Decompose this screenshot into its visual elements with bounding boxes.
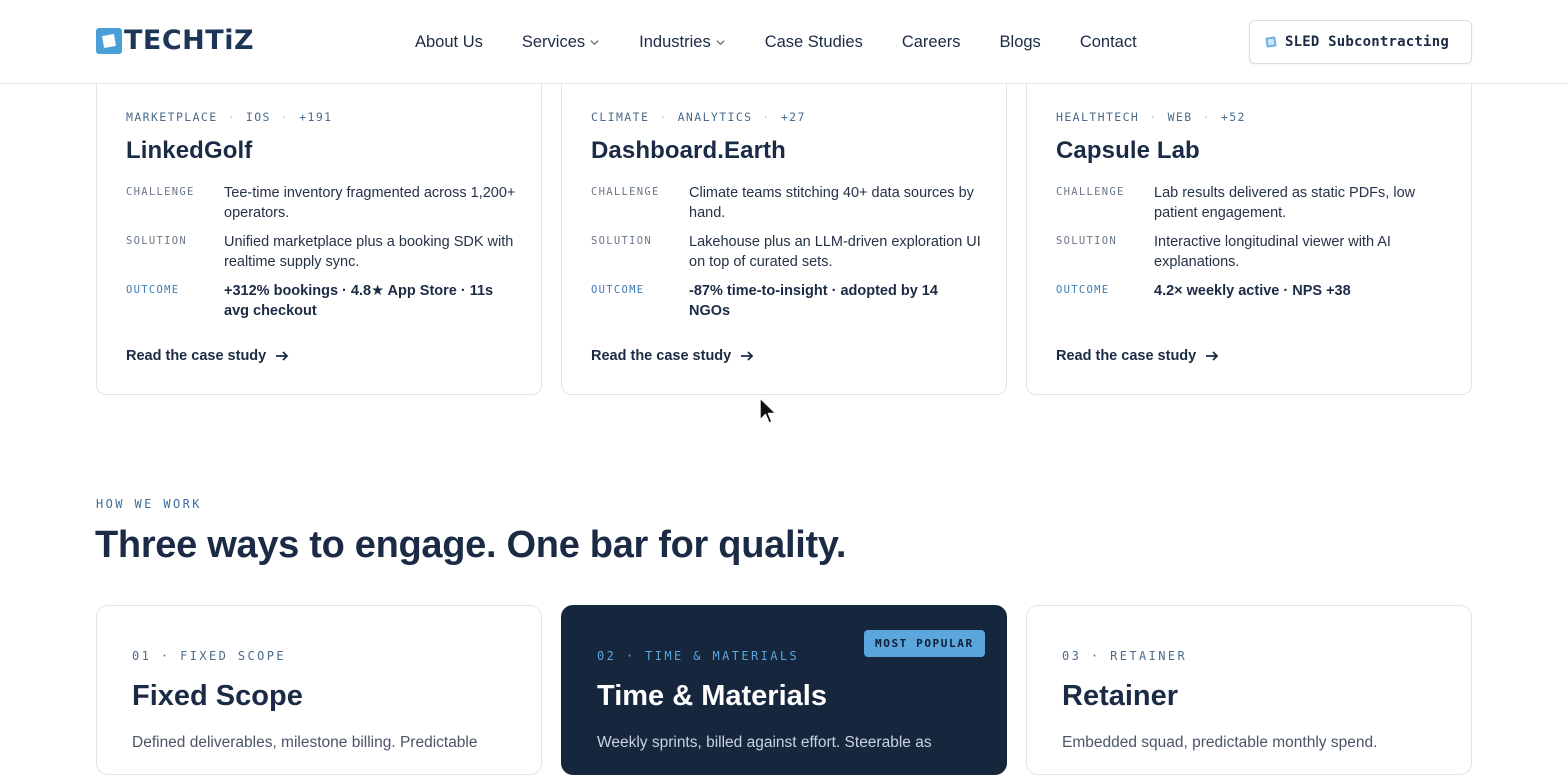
link-label: Read the case study — [1056, 348, 1197, 364]
main-nav: About Us Services Industries Case Studie… — [415, 31, 1137, 53]
tag: MARKETPLACE — [126, 110, 218, 124]
nav-contact[interactable]: Contact — [1080, 31, 1137, 53]
case-study-card: CLIMATE · ANALYTICS · +27 Dashboard.Earth CH… — [561, 40, 1007, 395]
plan-description: Defined deliverables, milestone billing.… — [132, 734, 478, 751]
outcome-row: OUTCOME 4.2× weekly active · NPS +38 — [1056, 281, 1448, 301]
case-tags: CLIMATE · ANALYTICS · +27 — [591, 110, 806, 124]
case-details: CHALLENGE Climate teams stitching 40+ da… — [591, 183, 983, 330]
plan-card-time-materials[interactable]: MOST POPULAR 02 · TIME & MATERIALS Time … — [561, 605, 1007, 775]
solution-row: SOLUTION Unified marketplace plus a book… — [126, 232, 518, 272]
tag: +27 — [780, 110, 806, 124]
plan-description: Embedded squad, predictable monthly spen… — [1062, 734, 1378, 751]
nav-label: About Us — [415, 32, 483, 51]
nav-label: Careers — [901, 32, 961, 51]
tag: HEALTHTECH — [1056, 110, 1140, 124]
row-key: CHALLENGE — [1056, 186, 1125, 198]
plan-eyebrow: 02 · TIME & MATERIALS — [597, 649, 800, 663]
row-key: SOLUTION — [1056, 235, 1117, 247]
case-details: CHALLENGE Tee-time inventory fragmented … — [126, 183, 518, 330]
challenge-row: CHALLENGE Tee-time inventory fragmented … — [126, 183, 518, 223]
tag: CLIMATE — [591, 110, 650, 124]
nav-label: Contact — [1079, 32, 1137, 51]
case-tags: HEALTHTECH · WEB · +52 — [1056, 110, 1246, 124]
row-value: Interactive longitudinal viewer with AI … — [1154, 234, 1391, 270]
case-title: Capsule Lab — [1056, 137, 1200, 164]
nav-case-studies[interactable]: Case Studies — [765, 31, 863, 53]
nav-label: Blogs — [999, 32, 1041, 51]
row-key: CHALLENGE — [591, 186, 660, 198]
plan-card-fixed-scope[interactable]: 01 · FIXED SCOPE Fixed Scope Defined del… — [96, 605, 542, 775]
logo[interactable]: TECHTiZ — [96, 27, 254, 55]
row-key: CHALLENGE — [126, 186, 195, 198]
tag: ANALYTICS — [677, 110, 753, 124]
tag: +52 — [1220, 110, 1246, 124]
plan-eyebrow: 03 · RETAINER — [1062, 649, 1188, 663]
row-value: Climate teams stitching 40+ data sources… — [689, 185, 974, 221]
solution-row: SOLUTION Interactive longitudinal viewer… — [1056, 232, 1448, 272]
case-title: Dashboard.Earth — [591, 137, 786, 164]
plan-card-retainer[interactable]: 03 · RETAINER Retainer Embedded squad, p… — [1026, 605, 1472, 775]
mouse-cursor-icon — [759, 397, 777, 424]
row-key: OUTCOME — [591, 284, 645, 296]
row-key: OUTCOME — [126, 284, 180, 296]
nav-about-us[interactable]: About Us — [415, 31, 483, 53]
solution-row: SOLUTION Lakehouse plus an LLM-driven ex… — [591, 232, 983, 272]
row-key: SOLUTION — [591, 235, 652, 247]
site-header: TECHTiZ About Us Services Industries Cas… — [0, 0, 1568, 84]
case-study-card: MARKETPLACE · IOS · +191 LinkedGolf CHALLENG… — [96, 40, 542, 395]
nav-label: Services — [521, 32, 586, 51]
logo-icon — [96, 28, 122, 54]
logo-text: TECHTiZ — [124, 25, 255, 56]
link-label: Read the case study — [591, 348, 732, 364]
plan-title: Fixed Scope — [132, 680, 303, 712]
case-details: CHALLENGE Lab results delivered as stati… — [1056, 183, 1448, 310]
nav-services[interactable]: Services — [522, 31, 600, 53]
nav-label: Case Studies — [764, 32, 863, 51]
link-label: Read the case study — [126, 348, 267, 364]
outcome-row: OUTCOME +312% bookings · 4.8★ App Store … — [126, 281, 518, 321]
case-tags: MARKETPLACE · IOS · +191 — [126, 110, 333, 124]
row-key: OUTCOME — [1056, 284, 1110, 296]
plan-eyebrow: 01 · FIXED SCOPE — [132, 649, 286, 663]
case-title: LinkedGolf — [126, 137, 253, 164]
row-value: 4.2× weekly active · NPS +38 — [1154, 283, 1351, 299]
cta-label: SLED Subcontracting — [1285, 34, 1449, 50]
read-case-study-link[interactable]: Read the case study — [591, 348, 754, 364]
nav-blogs[interactable]: Blogs — [1000, 31, 1041, 53]
tag: WEB — [1167, 110, 1193, 124]
sled-subcontracting-button[interactable]: SLED Subcontracting — [1249, 20, 1472, 64]
chevron-down-icon — [590, 39, 599, 45]
row-key: SOLUTION — [126, 235, 187, 247]
tag: IOS — [245, 110, 271, 124]
nav-careers[interactable]: Careers — [902, 31, 961, 53]
read-case-study-link[interactable]: Read the case study — [126, 348, 289, 364]
case-study-card: HEALTHTECH · WEB · +52 Capsule Lab CHALLENGE… — [1026, 40, 1472, 395]
arrow-right-icon — [741, 351, 754, 361]
plan-title: Time & Materials — [597, 680, 827, 712]
tag: +191 — [299, 110, 333, 124]
cube-icon — [1265, 36, 1277, 48]
nav-industries[interactable]: Industries — [639, 31, 726, 53]
plan-title: Retainer — [1062, 680, 1179, 712]
nav-label: Industries — [639, 32, 711, 51]
arrow-right-icon — [1206, 351, 1219, 361]
section-title: Three ways to engage. One bar for qualit… — [95, 524, 847, 566]
row-value: Unified marketplace plus a booking SDK w… — [224, 234, 514, 270]
read-case-study-link[interactable]: Read the case study — [1056, 348, 1219, 364]
row-value: -87% time-to-insight · adopted by 14 NGO… — [689, 283, 938, 319]
challenge-row: CHALLENGE Climate teams stitching 40+ da… — [591, 183, 983, 223]
section-eyebrow: HOW WE WORK — [96, 497, 202, 511]
row-value: Lab results delivered as static PDFs, lo… — [1154, 185, 1416, 221]
row-value: Tee-time inventory fragmented across 1,2… — [224, 185, 516, 221]
most-popular-badge: MOST POPULAR — [864, 630, 985, 657]
arrow-right-icon — [276, 351, 289, 361]
chevron-down-icon — [716, 39, 725, 45]
plan-description: Weekly sprints, billed against effort. S… — [597, 734, 932, 751]
row-value: +312% bookings · 4.8★ App Store · 11s av… — [224, 283, 494, 319]
outcome-row: OUTCOME -87% time-to-insight · adopted b… — [591, 281, 983, 321]
row-value: Lakehouse plus an LLM-driven exploration… — [689, 234, 981, 270]
challenge-row: CHALLENGE Lab results delivered as stati… — [1056, 183, 1448, 223]
